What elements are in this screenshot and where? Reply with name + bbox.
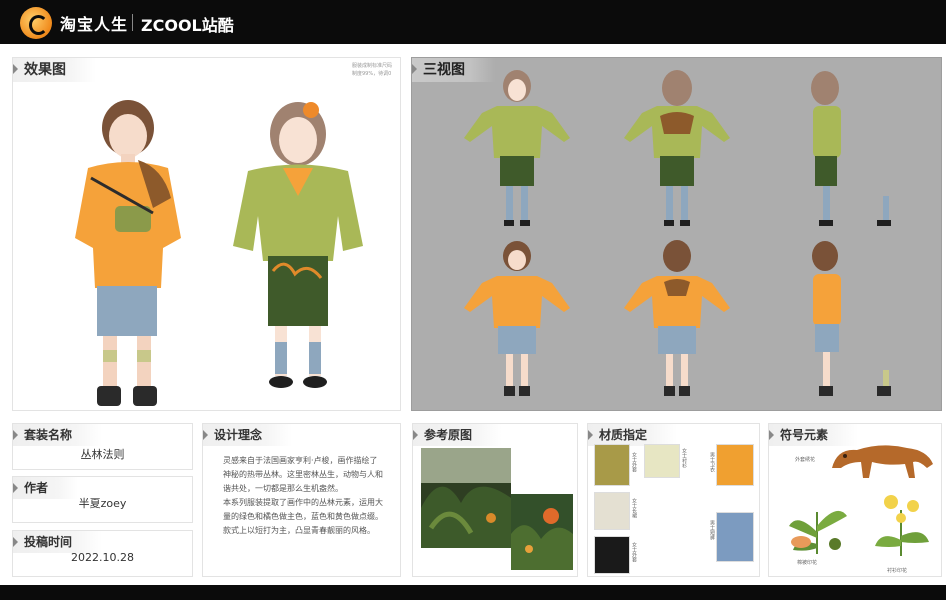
material-swatch-orange [716,444,754,486]
jungle-painting-1 [421,448,511,548]
design-concept-text: 灵感来自于法国画家亨利·卢梭，画作描绘了神秘的热带丛林。这里密林丛生，动物与人和… [223,456,383,535]
flower-plant-left [789,510,847,554]
symbols-panel: 符号元素 外套绣花 棉被印花 衬衫印花 [768,423,942,577]
girl-front-view [464,70,570,226]
material-label-6: 男士短裤 [709,520,715,540]
material-swatch-black [594,536,630,574]
top-bar: 淘宝人生 ZCOOL站酷 [0,0,946,44]
reference-panel-title: 参考原图 [413,424,503,446]
author-value: 半夏zoey [78,497,127,510]
design-concept-panel: 设计理念 灵感来自于法国画家亨利·卢梭，画作描绘了神秘的热带丛林。这里密林丛生，… [202,423,401,577]
jaguar-illustration [832,445,933,478]
submit-date-panel: 投稿时间 2022.10.28 [12,530,193,577]
boy-front-view [464,241,570,396]
material-swatch-olive [594,444,630,486]
material-swatch-cream-light [644,444,680,478]
design-concept-title: 设计理念 [203,424,293,446]
brand-primary: 淘宝人生 [60,15,129,34]
three-view-panel: 三视图 [411,57,942,411]
author-panel: 作者 半夏zoey [12,476,193,523]
boy-back-view [624,240,730,396]
brand-divider [132,14,133,31]
material-label-5: 男士卫衣 [709,452,715,472]
material-label-3: 女士长裙 [631,498,637,518]
outfit-name-label: 套装名称 [13,424,103,446]
effect-panel: 效果图 服装成制标准尺码 制度99%，待调0 [12,57,401,411]
submit-date-label: 投稿时间 [13,531,103,553]
materials-panel: 材质指定 女士外套 女士衬衫 女士长裙 女士外套 男士卫衣 男士短裤 [587,423,760,577]
taobao-life-logo-icon [20,7,52,39]
flower-plant-right [875,495,929,556]
effect-note: 服装成制标准尺码 制度99%，待调0 [351,63,392,77]
boy-side-view [812,241,891,396]
brand-secondary: ZCOOL站酷 [141,16,234,35]
material-label-1: 女士外套 [631,452,637,472]
material-swatch-cream [594,492,630,530]
symbol-caption-3: 衬衫印花 [887,568,908,574]
reference-panel: 参考原图 [412,423,578,577]
girl-character-illustration [233,102,363,388]
materials-panel-title: 材质指定 [588,424,678,446]
symbol-caption-1: 外套绣花 [795,457,816,463]
boy-character-illustration [75,100,181,406]
bottom-bar [0,585,946,600]
effect-panel-title: 效果图 [13,58,96,82]
material-swatch-denim [716,512,754,562]
girl-back-view [624,70,730,226]
symbol-caption-2: 棉被印花 [797,560,818,566]
submit-date-value: 2022.10.28 [71,551,134,564]
outfit-name-panel: 套装名称 丛林法则 [12,423,193,470]
jungle-painting-2 [511,494,573,570]
girl-side-view [811,71,891,226]
material-label-4: 女士外套 [631,542,637,562]
material-label-2: 女士衬衫 [681,448,687,468]
outfit-name-value: 丛林法则 [80,448,125,461]
